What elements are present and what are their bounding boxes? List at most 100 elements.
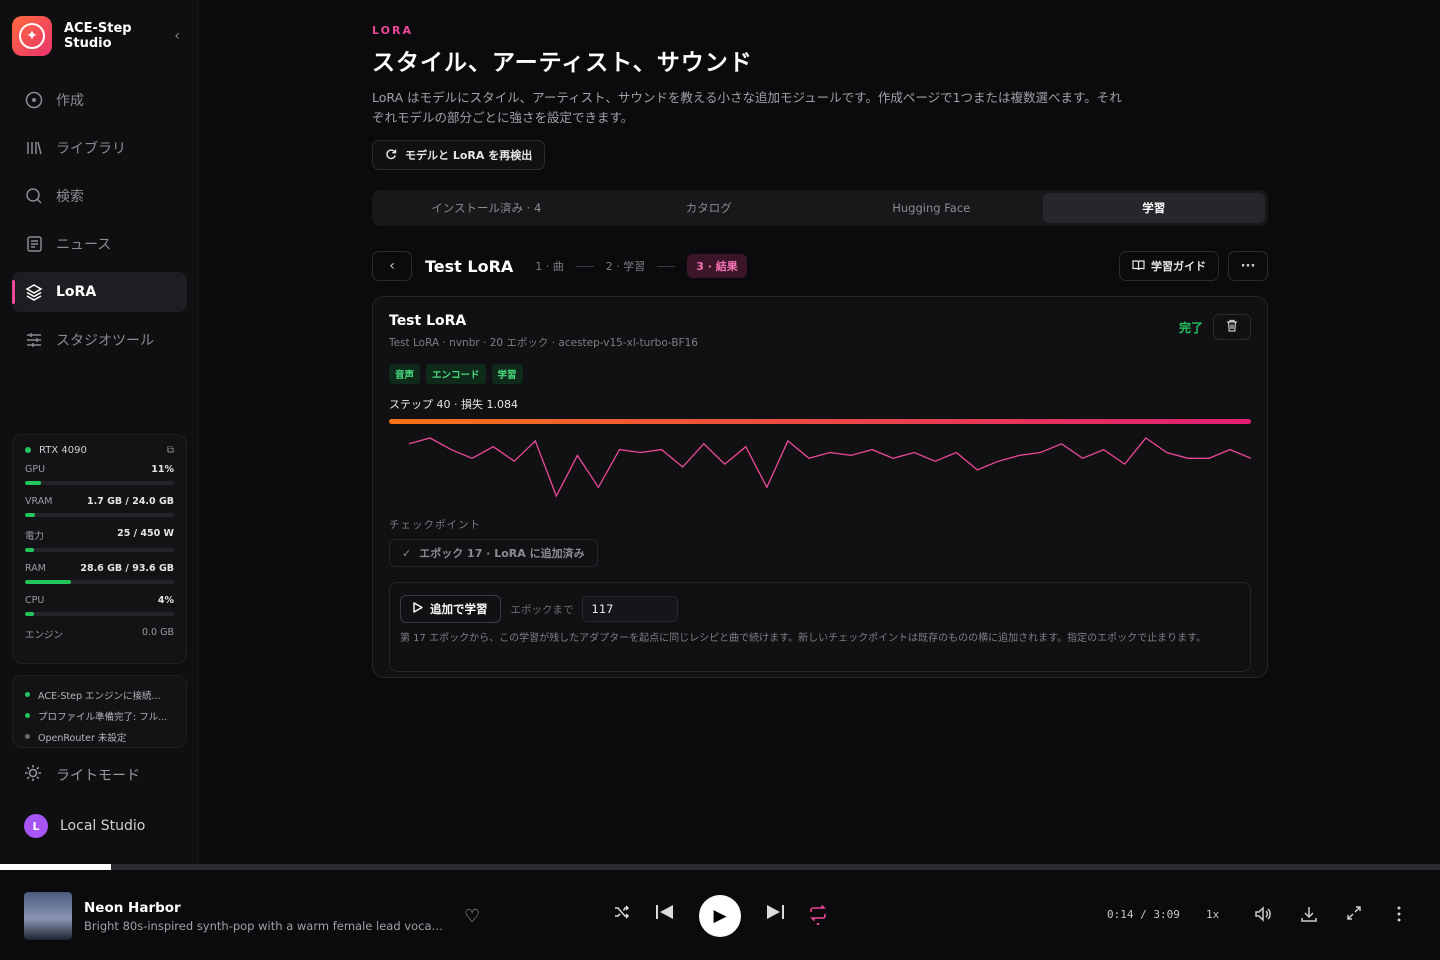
- back-button[interactable]: ‹: [372, 251, 412, 281]
- album-cover[interactable]: [24, 892, 72, 940]
- tag: 学習: [491, 364, 523, 384]
- status-dot: [25, 713, 30, 718]
- brand[interactable]: ✦ ACE-Step Studio ‹: [12, 16, 188, 56]
- guide-label: 学習ガイド: [1151, 260, 1206, 273]
- sun-icon: [24, 764, 44, 786]
- stat-label: RAM: [25, 563, 46, 574]
- tab-catalog[interactable]: カタログ: [598, 193, 821, 223]
- continue-training-label: 追加で学習: [430, 602, 488, 616]
- system-stats-panel: RTX 4090 ⧉ GPU 11% VRAM 1.7 GB / 24.0 GB 電力 2…: [12, 434, 187, 664]
- volume-icon[interactable]: [1254, 905, 1272, 927]
- status-line-openrouter: OpenRouter 未設定: [25, 726, 174, 747]
- app-logo-icon: ✦: [12, 16, 52, 56]
- loss-chart: [408, 437, 1251, 498]
- tab-installed[interactable]: インストール済み · 4: [375, 193, 598, 223]
- collapse-sidebar-icon[interactable]: ‹: [174, 28, 180, 44]
- stat-value: 4%: [157, 595, 174, 606]
- step-divider: [657, 265, 676, 267]
- stat-bar: [25, 612, 174, 616]
- newspaper-icon: [24, 234, 44, 254]
- stat-bar: [25, 580, 174, 584]
- lora-tabs: インストール済み · 4 カタログ Hugging Face 学習: [372, 190, 1268, 226]
- stat-bar: [25, 481, 174, 485]
- trash-icon: [1226, 319, 1238, 336]
- stat-value: 28.6 GB / 93.6 GB: [80, 563, 174, 574]
- sidebar-item-lora[interactable]: LoRA: [12, 272, 187, 312]
- training-guide-button[interactable]: 学習ガイド: [1119, 251, 1219, 281]
- sidebar-item-label: 検索: [56, 189, 84, 205]
- light-mode-toggle[interactable]: ライトモード: [24, 764, 140, 786]
- step-divider: [575, 265, 594, 267]
- stat-label: 電力: [25, 531, 45, 542]
- rescan-button[interactable]: モデルと LoRA を再検出: [372, 140, 546, 170]
- sidebar-item-news[interactable]: ニュース: [12, 224, 187, 264]
- stat-value: 1.7 GB / 24.0 GB: [86, 496, 174, 507]
- tab-training[interactable]: 学習: [1042, 193, 1265, 223]
- fullscreen-icon[interactable]: [1346, 905, 1362, 925]
- wizard-title: Test LoRA: [425, 256, 514, 276]
- status-text: OpenRouter 未設定: [38, 732, 127, 744]
- status-line-profile: プロファイル準備完了: フル...: [25, 705, 174, 726]
- wizard-step-song[interactable]: 1 · 曲: [535, 258, 564, 274]
- wizard-header: ‹ Test LoRA 1 · 曲 2 · 学習 3 · 結果 学習ガイド ··…: [372, 251, 1268, 281]
- delete-button[interactable]: [1213, 314, 1251, 340]
- play-icon: [413, 602, 423, 616]
- track-description: Bright 80s-inspired synth-pop with a war…: [84, 919, 444, 933]
- stat-bar-fill: [25, 548, 34, 552]
- wizard-step-train[interactable]: 2 · 学習: [606, 258, 646, 274]
- training-progress-bar: [389, 419, 1251, 424]
- checkpoint-label: チェックポイント: [389, 519, 481, 531]
- continue-training-button[interactable]: 追加で学習: [400, 595, 501, 623]
- profile-button[interactable]: L Local Studio: [24, 814, 145, 838]
- search-icon: [24, 186, 44, 206]
- stat-label: VRAM: [25, 496, 53, 507]
- player-bar: Neon Harbor Bright 80s-inspired synth-po…: [0, 870, 1440, 960]
- repeat-icon[interactable]: [808, 903, 828, 930]
- stat-bar-fill: [25, 513, 36, 517]
- page-title: スタイル、アーティスト、サウンド: [372, 50, 753, 76]
- chevron-left-icon: ‹: [389, 258, 395, 274]
- check-icon: ✓: [402, 546, 412, 560]
- download-icon[interactable]: [1300, 905, 1318, 927]
- playback-speed[interactable]: 1x: [1206, 908, 1219, 921]
- status-text: ACE-Step エンジンに接続...: [38, 690, 161, 702]
- tab-hugging-face[interactable]: Hugging Face: [820, 193, 1043, 223]
- continue-training-panel: 追加で学習 エポックまで 第 17 エポックから、この学習が残したアダプターを起…: [389, 582, 1251, 672]
- continue-training-note: 第 17 エポックから、この学習が残したアダプターを起点に同じレシピと曲で続けま…: [400, 633, 1207, 644]
- more-icon: ···: [1240, 258, 1256, 274]
- heart-icon[interactable]: ♡: [464, 906, 480, 927]
- status-line-engine: ACE-Step エンジンに接続...: [25, 684, 174, 705]
- sliders-icon: [24, 330, 44, 350]
- more-options-button[interactable]: ···: [1228, 251, 1268, 281]
- stat-bar: [25, 513, 174, 517]
- track-title[interactable]: Neon Harbor: [84, 900, 181, 916]
- checkpoint-item[interactable]: ✓ エポック 17 · LoRA に追加済み: [389, 539, 598, 567]
- stat-電力: 電力 25 / 450 W: [25, 528, 174, 552]
- main-content: LORA スタイル、アーティスト、サウンド LoRA はモデルにスタイル、アーテ…: [372, 24, 1268, 678]
- sidebar-item-search[interactable]: 検索: [12, 176, 187, 216]
- stat-bar-fill: [25, 612, 34, 616]
- sidebar-item-library[interactable]: ライブラリ: [12, 128, 187, 168]
- play-button[interactable]: ▶: [699, 895, 741, 937]
- stat-label: GPU: [25, 464, 46, 475]
- shuffle-icon[interactable]: [613, 903, 631, 926]
- loss-series-line: [408, 437, 1251, 498]
- tag: 音声: [389, 364, 421, 384]
- sidebar-item-studio-tools[interactable]: スタジオツール: [12, 320, 187, 360]
- training-result-card: Test LoRA Test LoRA · nvnbr · 20 エポック · …: [372, 296, 1268, 678]
- previous-icon[interactable]: [655, 903, 675, 926]
- profile-name: Local Studio: [60, 818, 146, 834]
- next-icon[interactable]: [765, 903, 785, 926]
- result-meta: Test LoRA · nvnbr · 20 エポック · acestep-v1…: [389, 337, 698, 349]
- status-badge: 完了: [1178, 320, 1203, 335]
- stat-value: 25 / 450 W: [117, 528, 174, 539]
- connection-status-panel: ACE-Step エンジンに接続... プロファイル準備完了: フル... Op…: [12, 675, 187, 748]
- stat-value: 11%: [151, 464, 174, 475]
- light-mode-label: ライトモード: [56, 768, 140, 784]
- popout-icon[interactable]: ⧉: [167, 445, 174, 456]
- more-vertical-icon[interactable]: [1393, 905, 1405, 927]
- wizard-step-result[interactable]: 3 · 結果: [687, 254, 747, 278]
- epoch-input[interactable]: [581, 596, 678, 622]
- stat-cpu: CPU 4%: [25, 595, 174, 616]
- sidebar-item-create[interactable]: 作成: [12, 80, 187, 120]
